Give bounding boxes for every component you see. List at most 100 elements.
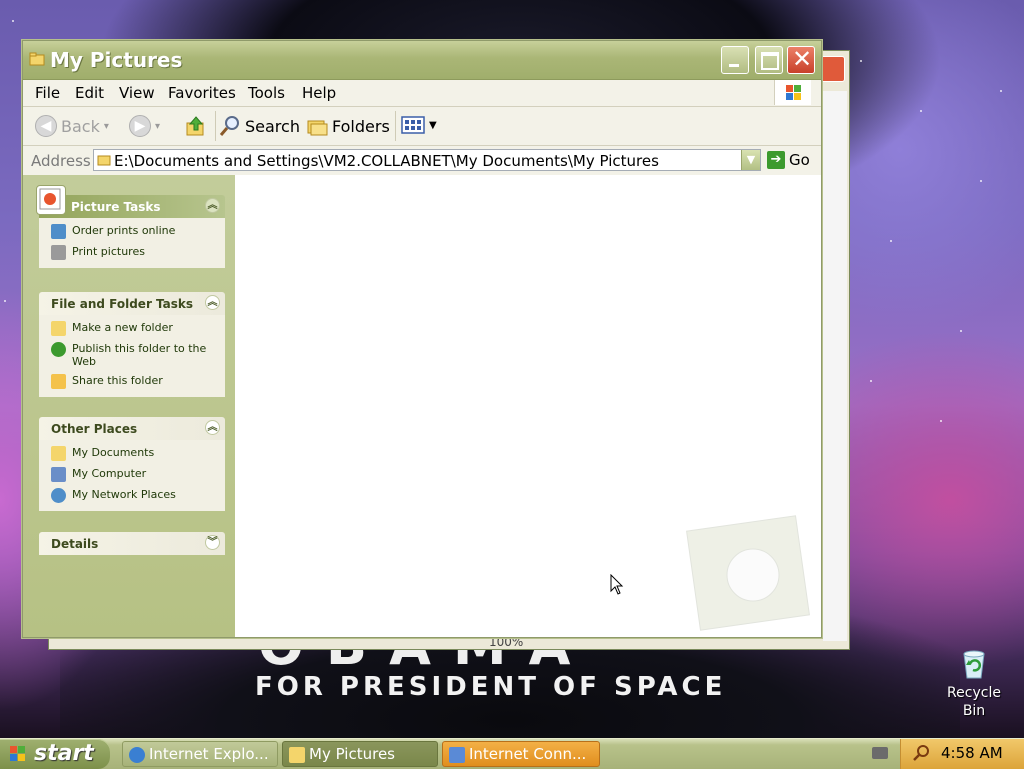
start-label: start <box>34 741 94 766</box>
clock[interactable]: 4:58 AM <box>941 744 1003 762</box>
picture-tasks-icon <box>36 185 66 215</box>
details-header[interactable]: Details ︾ <box>39 532 225 555</box>
place-label: My Documents <box>72 446 155 459</box>
task-label: Order prints online <box>72 224 176 237</box>
picture-tasks-header[interactable]: Picture Tasks ︽ <box>36 185 225 218</box>
picture-tasks-title: Picture Tasks <box>71 200 161 214</box>
taskbar-item-internet-explorer[interactable]: Internet Explo... <box>122 741 278 767</box>
my-documents-icon <box>51 446 66 461</box>
pictures-watermark-icon <box>686 515 810 631</box>
background-close-button[interactable] <box>819 56 845 82</box>
search-button[interactable]: Search <box>219 115 300 137</box>
file-list-area[interactable] <box>235 175 821 637</box>
forward-arrow-icon: ▶ <box>129 115 151 137</box>
keyboard-icon[interactable] <box>872 747 888 759</box>
task-label: Share this folder <box>72 374 163 387</box>
wallpaper-slogan: FOR PRESIDENT OF SPACE <box>255 672 727 702</box>
internet-explorer-icon <box>129 747 145 763</box>
address-dropdown-icon[interactable]: ▼ <box>741 150 760 170</box>
back-label: Back <box>61 116 100 136</box>
task-make-new-folder[interactable]: Make a new folder <box>51 321 217 336</box>
recycle-bin-label: Recycle Bin <box>947 685 1001 719</box>
place-my-computer[interactable]: My Computer <box>51 467 217 482</box>
internet-connection-icon <box>449 747 465 763</box>
minimize-button[interactable] <box>721 46 749 74</box>
task-label: Publish this folder to the Web <box>72 342 207 368</box>
file-folder-tasks-body: Make a new folder Publish this folder to… <box>39 315 225 397</box>
task-label: Internet Conn... <box>469 745 587 763</box>
place-label: My Network Places <box>72 488 176 501</box>
views-icon <box>401 116 425 134</box>
folder-icon <box>29 51 45 67</box>
collapse-icon[interactable]: ︽ <box>205 198 220 213</box>
taskbar: start Internet Explo... My Pictures Inte… <box>0 738 1024 769</box>
task-share-folder[interactable]: Share this folder <box>51 374 217 389</box>
my-pictures-window[interactable]: My Pictures ✕ File Edit View Favorites T… <box>22 40 822 638</box>
folders-label: Folders <box>332 116 390 136</box>
recycle-bin[interactable]: Recycle Bin <box>936 648 1012 720</box>
publish-web-icon <box>51 342 66 357</box>
order-prints-icon <box>51 224 66 239</box>
go-label: Go <box>789 151 810 169</box>
address-bar: Address E:\Documents and Settings\VM2.CO… <box>23 146 821 177</box>
up-folder-icon <box>186 116 204 136</box>
views-dropdown-icon: ▼ <box>429 119 437 131</box>
menu-help[interactable]: Help <box>302 84 336 102</box>
menu-favorites[interactable]: Favorites <box>168 84 236 102</box>
address-label: Address <box>31 152 91 170</box>
title-bar[interactable]: My Pictures ✕ <box>23 41 821 80</box>
file-folder-tasks-title: File and Folder Tasks <box>51 297 194 311</box>
menu-view[interactable]: View <box>119 84 155 102</box>
search-label: Search <box>245 116 300 136</box>
folders-button[interactable]: Folders <box>306 115 390 137</box>
taskbar-item-internet-connection[interactable]: Internet Conn... <box>442 741 600 767</box>
details-title: Details <box>51 537 99 551</box>
task-publish-web[interactable]: Publish this folder to the Web <box>51 342 217 368</box>
address-input[interactable]: E:\Documents and Settings\VM2.COLLABNET\… <box>93 149 761 171</box>
mouse-cursor-icon <box>610 574 624 595</box>
picture-tasks-body: Order prints online Print pictures <box>39 218 225 268</box>
printer-icon <box>51 245 66 260</box>
other-places-header[interactable]: Other Places ︽ <box>39 417 225 440</box>
background-window-edge <box>823 91 847 641</box>
views-button[interactable]: ▼ <box>401 115 437 135</box>
back-button[interactable]: ◀ Back ▾ <box>35 115 109 137</box>
place-my-documents[interactable]: My Documents <box>51 446 217 461</box>
search-icon <box>219 116 239 136</box>
expand-icon[interactable]: ︾ <box>205 535 220 550</box>
taskbar-item-my-pictures[interactable]: My Pictures <box>282 741 438 767</box>
start-button[interactable]: start <box>0 739 110 769</box>
recycle-bin-icon <box>959 648 989 680</box>
new-folder-icon <box>51 321 66 336</box>
menu-tools[interactable]: Tools <box>248 84 285 102</box>
folders-icon <box>307 120 328 136</box>
task-print-pictures[interactable]: Print pictures <box>51 245 217 260</box>
address-value: E:\Documents and Settings\VM2.COLLABNET\… <box>114 152 659 170</box>
system-tray: 4:58 AM <box>900 739 1024 769</box>
other-places-panel: Other Places ︽ My Documents My Computer … <box>39 417 225 511</box>
file-folder-tasks-panel: File and Folder Tasks ︽ Make a new folde… <box>39 292 225 397</box>
forward-button[interactable]: ▶ ▾ <box>129 115 160 137</box>
other-places-title: Other Places <box>51 422 138 436</box>
menu-file[interactable]: File <box>35 84 60 102</box>
my-pictures-folder-icon <box>289 747 305 763</box>
my-network-places-icon <box>51 488 66 503</box>
menu-edit[interactable]: Edit <box>75 84 104 102</box>
task-order-prints[interactable]: Order prints online <box>51 224 217 239</box>
task-label: Print pictures <box>72 245 145 258</box>
collapse-icon[interactable]: ︽ <box>205 420 220 435</box>
search-tray-icon[interactable] <box>913 745 929 761</box>
task-label: Internet Explo... <box>149 745 269 763</box>
go-button[interactable]: ➔ Go <box>767 151 810 169</box>
maximize-button[interactable] <box>755 46 783 74</box>
place-my-network[interactable]: My Network Places <box>51 488 217 503</box>
collapse-icon[interactable]: ︽ <box>205 295 220 310</box>
window-title: My Pictures <box>50 48 183 72</box>
windows-logo-icon <box>774 80 811 105</box>
file-folder-tasks-header[interactable]: File and Folder Tasks ︽ <box>39 292 225 315</box>
up-folder-button[interactable] <box>185 115 207 137</box>
close-icon: ✕ <box>792 45 813 73</box>
go-arrow-icon: ➔ <box>767 151 785 169</box>
menu-bar: File Edit View Favorites Tools Help <box>23 80 821 107</box>
close-button[interactable]: ✕ <box>787 45 815 74</box>
